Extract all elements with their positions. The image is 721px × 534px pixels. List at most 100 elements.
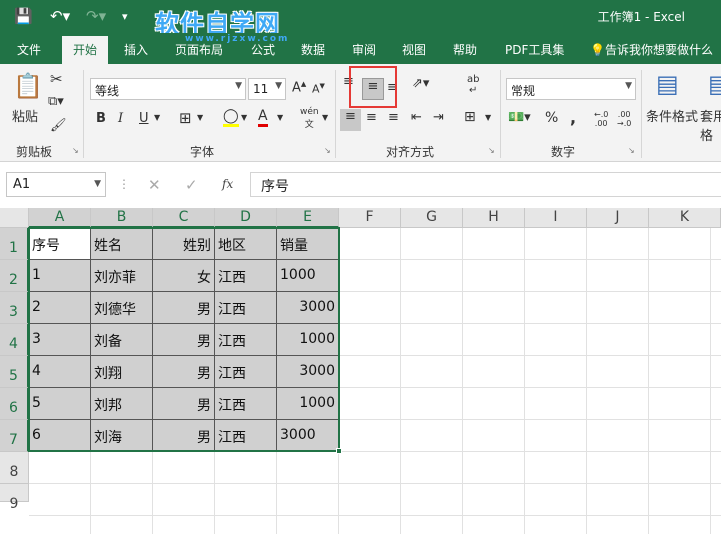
row-header-4[interactable]: 4 — [0, 324, 29, 356]
alignment-launcher-icon[interactable]: ↘ — [488, 146, 495, 155]
underline-icon[interactable]: U — [139, 111, 149, 126]
paste-icon[interactable]: 📋 — [13, 72, 43, 100]
column-header-k[interactable]: K — [649, 208, 721, 228]
column-header-c[interactable]: C — [153, 208, 215, 228]
row-header-9[interactable]: 9 — [0, 484, 29, 512]
table-cell[interactable]: 江西 — [215, 292, 277, 324]
table-cell[interactable]: 1000 — [277, 324, 339, 356]
table-cell[interactable]: 女 — [153, 260, 215, 292]
chevron-down-icon[interactable]: ▼ — [485, 113, 491, 122]
row-header-5[interactable]: 5 — [0, 356, 29, 388]
decrease-indent-icon[interactable]: ⇤ — [411, 110, 422, 125]
row-header-2[interactable]: 2 — [0, 260, 29, 292]
select-all-corner[interactable] — [0, 208, 29, 228]
chevron-down-icon[interactable]: ▼ — [277, 113, 283, 122]
header-cell[interactable]: 地区 — [215, 228, 277, 260]
increase-decimal-icon[interactable]: ←.0.00 — [594, 110, 608, 128]
redo-icon[interactable]: ↷▾ — [86, 7, 106, 25]
row-header-8[interactable]: 8 — [0, 452, 29, 484]
conditional-format-button[interactable]: 条件格式 — [646, 106, 698, 125]
align-center-icon[interactable]: ≡ — [366, 110, 377, 125]
fill-color-icon[interactable]: ◯ — [223, 108, 239, 127]
merge-center-icon[interactable]: ⊞ — [464, 109, 476, 125]
decrease-font-icon[interactable]: A▼ — [312, 82, 325, 96]
row-header-6[interactable]: 6 — [0, 388, 29, 420]
table-cell[interactable]: 刘邦 — [91, 388, 153, 420]
chevron-down-icon[interactable]: ▼ — [154, 113, 160, 122]
table-cell[interactable]: 江西 — [215, 420, 277, 452]
header-cell[interactable]: 姓名 — [91, 228, 153, 260]
table-cell[interactable]: 男 — [153, 292, 215, 324]
customize-qat-icon[interactable]: ▾ — [122, 10, 128, 23]
column-header-g[interactable]: G — [401, 208, 463, 228]
wrap-text-icon[interactable]: ab ↵ — [467, 74, 479, 96]
decrease-decimal-icon[interactable]: .00 →.0 — [617, 110, 631, 128]
table-cell[interactable]: 男 — [153, 356, 215, 388]
row-header-7[interactable]: 7 — [0, 420, 29, 452]
name-box[interactable]: A1 ▼ — [6, 172, 106, 197]
tab-home[interactable]: 开始 — [62, 36, 109, 64]
comma-button[interactable]: , — [570, 108, 576, 127]
header-cell[interactable]: 序号 — [29, 228, 91, 260]
cut-icon[interactable]: ✂ — [50, 70, 63, 88]
format-painter-icon[interactable]: 🖌 — [50, 118, 67, 133]
font-launcher-icon[interactable]: ↘ — [324, 146, 331, 155]
table-cell[interactable]: 刘德华 — [91, 292, 153, 324]
tab-file[interactable]: 文件 — [17, 41, 41, 58]
column-header-i[interactable]: I — [525, 208, 587, 228]
column-header-b[interactable]: B — [91, 208, 153, 228]
font-size-select[interactable]: 11 ▼ — [248, 78, 286, 100]
percent-button[interactable]: % — [545, 110, 558, 126]
tell-me-box[interactable]: 💡告诉我你想要做什么 — [590, 41, 713, 58]
increase-font-icon[interactable]: A▲ — [292, 80, 306, 95]
header-cell[interactable]: 姓别 — [153, 228, 215, 260]
conditional-format-icon[interactable]: ▤ — [656, 70, 679, 98]
align-left-icon[interactable]: ≡ — [340, 109, 361, 131]
table-cell[interactable]: 男 — [153, 324, 215, 356]
font-name-select[interactable]: 等线 ▼ — [90, 78, 246, 100]
number-format-select[interactable]: 常规 ▼ — [506, 78, 636, 100]
insert-function-icon[interactable]: fx — [222, 177, 233, 191]
table-cell[interactable]: 2 — [29, 292, 91, 324]
borders-icon[interactable]: ⊞ — [179, 109, 192, 127]
paste-button[interactable]: 粘贴 — [12, 106, 38, 125]
table-cell[interactable]: 3000 — [277, 420, 339, 452]
table-cell[interactable]: 刘备 — [91, 324, 153, 356]
column-header-a[interactable]: A — [29, 208, 91, 228]
accounting-format-icon[interactable]: 💵▾ — [508, 110, 531, 125]
table-cell[interactable]: 刘海 — [91, 420, 153, 452]
more-options-icon[interactable]: ⋮ — [118, 177, 130, 191]
chevron-down-icon[interactable]: ▼ — [322, 113, 328, 122]
table-cell[interactable]: 江西 — [215, 388, 277, 420]
table-cell[interactable]: 1000 — [277, 260, 339, 292]
italic-icon[interactable]: I — [118, 111, 123, 126]
format-as-table-icon[interactable]: ▤ — [708, 70, 721, 98]
orientation-icon[interactable]: ⇗▾ — [412, 76, 429, 91]
column-header-e[interactable]: E — [277, 208, 339, 228]
copy-icon[interactable]: ⧉▾ — [48, 94, 64, 109]
column-header-d[interactable]: D — [215, 208, 277, 228]
table-cell[interactable]: 1 — [29, 260, 91, 292]
table-cell[interactable]: 江西 — [215, 356, 277, 388]
save-icon[interactable]: 💾 — [14, 7, 33, 25]
enter-icon[interactable]: ✓ — [185, 176, 198, 194]
table-cell[interactable]: 男 — [153, 420, 215, 452]
table-cell[interactable]: 1000 — [277, 388, 339, 420]
undo-icon[interactable]: ↶▾ — [50, 7, 70, 25]
table-cell[interactable]: 江西 — [215, 260, 277, 292]
table-cell[interactable]: 刘翔 — [91, 356, 153, 388]
table-cell[interactable]: 江西 — [215, 324, 277, 356]
row-header-3[interactable]: 3 — [0, 292, 29, 324]
table-cell[interactable]: 4 — [29, 356, 91, 388]
fill-handle[interactable] — [336, 448, 342, 454]
phonetic-icon[interactable]: wén 文 — [300, 107, 319, 130]
align-right-icon[interactable]: ≡ — [388, 110, 399, 125]
chevron-down-icon[interactable]: ▼ — [241, 113, 247, 122]
table-cell[interactable]: 6 — [29, 420, 91, 452]
table-cell[interactable]: 3000 — [277, 292, 339, 324]
column-header-f[interactable]: F — [339, 208, 401, 228]
table-cell[interactable]: 3000 — [277, 356, 339, 388]
tab-pdf-tools[interactable]: PDF工具集 — [505, 41, 564, 58]
tab-review[interactable]: 审阅 — [352, 41, 376, 58]
font-color-icon[interactable]: A — [258, 108, 268, 127]
